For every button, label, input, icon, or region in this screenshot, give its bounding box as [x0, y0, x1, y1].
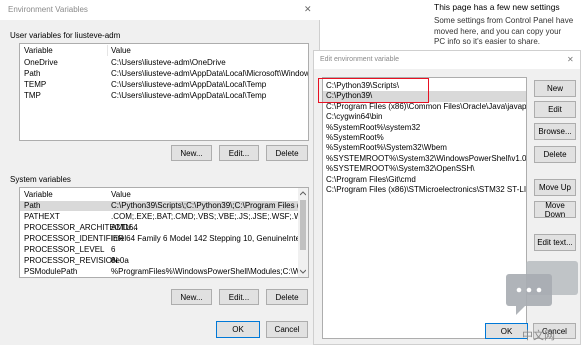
row-value: %ProgramFiles%\WindowsPowerShell\Modules… — [111, 267, 298, 276]
row-value: C:\Users\liusteve-adm\AppData\Local\Micr… — [111, 69, 308, 78]
user-row-onedrive[interactable]: OneDrive C:\Users\liusteve-adm\OneDrive — [20, 58, 308, 68]
vertical-scrollbar[interactable] — [298, 188, 308, 277]
system-grid-header: Variable Value — [20, 190, 298, 200]
watermark: 中文网 — [498, 258, 580, 344]
column-header-variable: Variable — [24, 46, 53, 55]
edit-dialog-titlebar: Edit environment variable ✕ — [314, 51, 580, 69]
row-variable: Path — [24, 201, 41, 210]
move-down-button[interactable]: Move Down — [534, 201, 576, 219]
scrollbar-thumb[interactable] — [300, 200, 306, 250]
env-dialog-titlebar: Environment Variables ✕ — [0, 0, 320, 20]
user-row-path[interactable]: Path C:\Users\liusteve-adm\AppData\Local… — [20, 69, 308, 79]
system-row-processor-revision[interactable]: PROCESSOR_REVISION 8e0a — [20, 256, 298, 266]
row-value: .COM;.EXE;.BAT;.CMD;.VBS;.VBE;.JS;.JSE;.… — [111, 212, 298, 221]
path-delete-button[interactable]: Delete — [534, 146, 576, 163]
settings-info-panel: This page has a few new settings Some se… — [434, 0, 581, 54]
user-row-temp[interactable]: TEMP C:\Users\liusteve-adm\AppData\Local… — [20, 80, 308, 90]
path-entry[interactable]: C:\Program Files\Git\cmd — [323, 175, 526, 185]
path-entry[interactable]: %SYSTEMROOT%\System32\WindowsPowerShell\… — [323, 154, 526, 164]
system-edit-button[interactable]: Edit... — [219, 289, 259, 305]
chat-bubble-icon — [506, 261, 578, 315]
path-entry[interactable]: %SystemRoot%\System32\Wbem — [323, 143, 526, 153]
column-header-value: Value — [111, 190, 131, 199]
row-variable: OneDrive — [24, 58, 58, 67]
path-entry[interactable]: %SYSTEMROOT%\System32\OpenSSH\ — [323, 164, 526, 174]
path-entry[interactable]: %SystemRoot% — [323, 133, 526, 143]
path-entry[interactable]: C:\cygwin64\bin — [323, 112, 526, 122]
row-value: 8e0a — [111, 256, 129, 265]
info-body: Some settings from Control Panel have mo… — [434, 16, 574, 46]
system-new-button[interactable]: New... — [171, 289, 212, 305]
path-list[interactable]: C:\Python39\Scripts\ C:\Python39\ C:\Pro… — [322, 77, 527, 339]
close-icon[interactable]: ✕ — [567, 55, 574, 64]
row-variable: Path — [24, 69, 41, 78]
path-entry[interactable]: %SystemRoot%\system32 — [323, 123, 526, 133]
header-divider — [107, 45, 108, 56]
row-value: AMD64 — [111, 223, 138, 232]
system-variables-label: System variables — [10, 175, 71, 184]
system-delete-button[interactable]: Delete — [266, 289, 308, 305]
row-variable: PROCESSOR_IDENTIFIER — [24, 234, 125, 243]
column-header-variable: Variable — [24, 190, 53, 199]
system-variables-grid[interactable]: Variable Value Path C:\Python39\Scripts\… — [19, 187, 309, 278]
system-row-psmodulepath[interactable]: PSModulePath %ProgramFiles%\WindowsPower… — [20, 267, 298, 277]
row-variable: PROCESSOR_REVISION — [24, 256, 118, 265]
system-row-processor-level[interactable]: PROCESSOR_LEVEL 6 — [20, 245, 298, 255]
info-heading: This page has a few new settings — [434, 2, 560, 12]
row-value: Intel64 Family 6 Model 142 Stepping 10, … — [111, 234, 298, 243]
user-new-button[interactable]: New... — [171, 145, 212, 161]
path-browse-button[interactable]: Browse... — [534, 123, 576, 140]
scroll-up-arrow-icon[interactable] — [300, 191, 306, 196]
row-value: C:\Users\liusteve-adm\OneDrive — [111, 58, 226, 67]
env-dialog-title: Environment Variables — [8, 5, 88, 14]
user-edit-button[interactable]: Edit... — [219, 145, 259, 161]
user-variables-label: User variables for liusteve-adm — [10, 31, 121, 40]
system-row-pathext[interactable]: PATHEXT .COM;.EXE;.BAT;.CMD;.VBS;.VBE;.J… — [20, 212, 298, 222]
row-variable: TEMP — [24, 80, 47, 89]
edit-text-button[interactable]: Edit text... — [534, 234, 576, 251]
row-variable: PSModulePath — [24, 267, 78, 276]
user-variables-grid[interactable]: Variable Value OneDrive C:\Users\liustev… — [19, 43, 309, 141]
env-cancel-button[interactable]: Cancel — [266, 321, 308, 338]
row-value: C:\Users\liusteve-adm\AppData\Local\Temp — [111, 80, 267, 89]
row-value: C:\Users\liusteve-adm\AppData\Local\Temp — [111, 91, 267, 100]
move-up-button[interactable]: Move Up — [534, 179, 576, 196]
watermark-text: 中文网 — [522, 330, 555, 342]
env-vars-dialog: Environment Variables ✕ User variables f… — [0, 0, 320, 345]
row-variable: PATHEXT — [24, 212, 60, 221]
highlight-box — [318, 78, 429, 103]
row-variable: TMP — [24, 91, 41, 100]
row-value: 6 — [111, 245, 116, 254]
scroll-down-arrow-icon[interactable] — [300, 269, 306, 274]
path-edit-button[interactable]: Edit — [534, 101, 576, 118]
system-row-path[interactable]: Path C:\Python39\Scripts\;C:\Python39\;C… — [20, 201, 298, 211]
system-row-processor-architecture[interactable]: PROCESSOR_ARCHITECTU... AMD64 — [20, 223, 298, 233]
column-header-value: Value — [111, 46, 131, 55]
user-row-tmp[interactable]: TMP C:\Users\liusteve-adm\AppData\Local\… — [20, 91, 308, 101]
row-variable: PROCESSOR_LEVEL — [24, 245, 105, 254]
close-icon[interactable]: ✕ — [304, 4, 312, 15]
system-row-processor-identifier[interactable]: PROCESSOR_IDENTIFIER Intel64 Family 6 Mo… — [20, 234, 298, 244]
path-new-button[interactable]: New — [534, 80, 576, 97]
path-entry[interactable]: C:\Program Files (x86)\STMicroelectronic… — [323, 185, 526, 195]
user-delete-button[interactable]: Delete — [266, 145, 308, 161]
edit-dialog-title: Edit environment variable — [320, 56, 399, 63]
user-grid-header: Variable Value — [20, 46, 308, 56]
row-value: C:\Python39\Scripts\;C:\Python39\;C:\Pro… — [111, 201, 298, 210]
path-entry[interactable]: C:\Program Files (x86)\Common Files\Orac… — [323, 102, 526, 112]
env-ok-button[interactable]: OK — [216, 321, 260, 338]
